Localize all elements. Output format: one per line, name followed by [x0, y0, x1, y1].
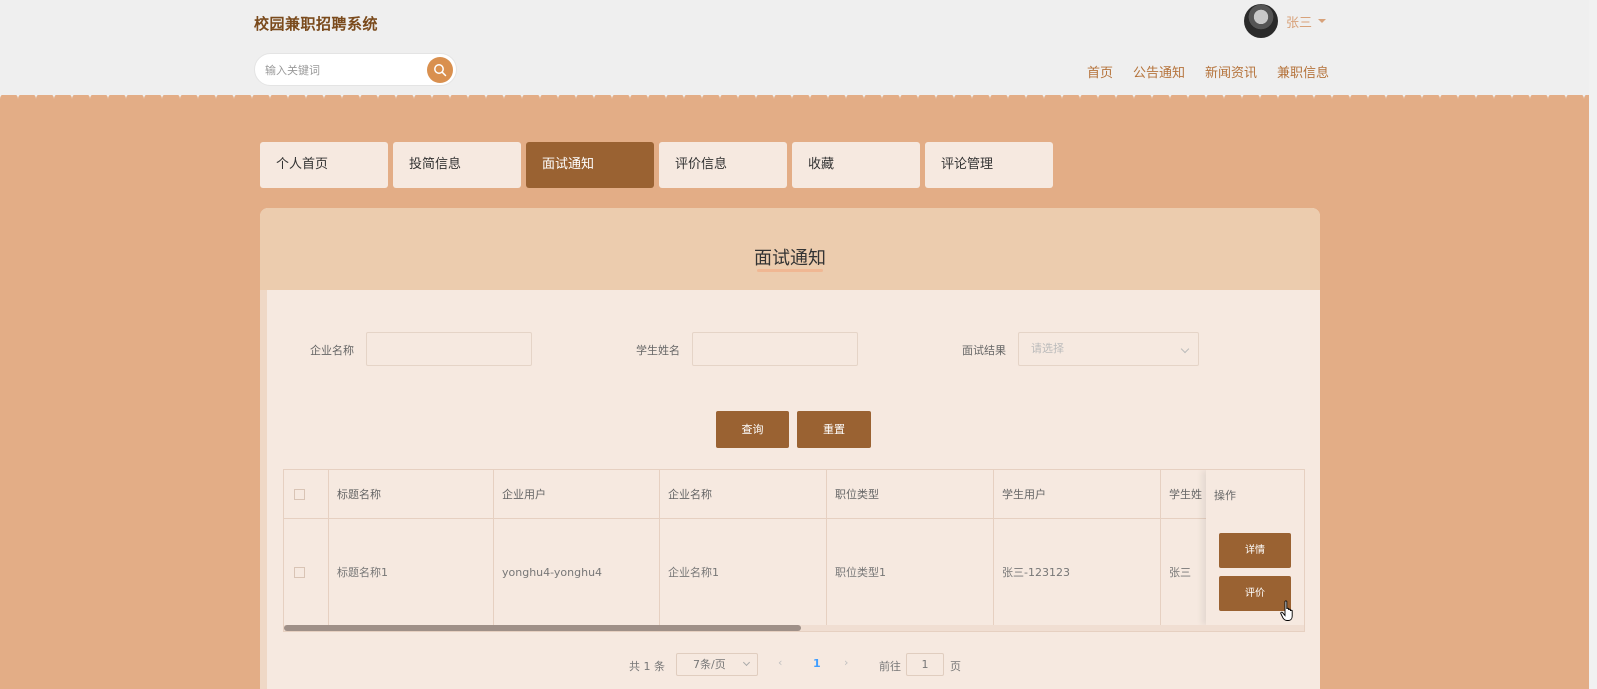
avatar	[1244, 4, 1278, 38]
nav-home[interactable]: 首页	[1087, 62, 1113, 81]
row-checkbox[interactable]	[294, 566, 305, 578]
tab-personal-home[interactable]: 个人首页	[260, 142, 388, 188]
chevron-down-icon	[1318, 19, 1327, 23]
select-all-cell	[284, 470, 329, 518]
row-select-cell	[284, 519, 329, 625]
search-button[interactable]	[427, 57, 453, 83]
search-input[interactable]	[265, 61, 425, 79]
goto-label: 前往	[879, 660, 901, 673]
hand-cursor-icon	[1280, 600, 1293, 621]
content-panel: 面试通知 企业名称 学生姓名 面试结果 请选择 查询 重置 标题名称 企业用户 …	[260, 208, 1320, 689]
table-cell: 张三-123123	[994, 519, 1161, 625]
chevron-down-icon	[1180, 344, 1190, 354]
company-name-input[interactable]	[366, 332, 532, 366]
page-number-current[interactable]: 1	[813, 657, 821, 670]
search-box	[254, 53, 457, 86]
table-header-row: 标题名称 企业用户 企业名称 职位类型 学生用户 学生姓	[284, 470, 1304, 519]
ops-header: 操作	[1214, 489, 1236, 502]
col-header: 学生用户	[994, 470, 1161, 518]
panel-left-edge	[260, 290, 267, 689]
next-page-button[interactable]: ›	[844, 656, 848, 669]
search-icon	[434, 64, 447, 77]
tab-reviews[interactable]: 评价信息	[659, 142, 787, 188]
tab-favorites[interactable]: 收藏	[792, 142, 920, 188]
detail-button[interactable]: 详情	[1219, 533, 1291, 568]
chevron-down-icon	[742, 658, 751, 667]
page-title: 面试通知	[754, 248, 826, 269]
page-jump-input[interactable]: 1	[906, 653, 944, 676]
page-vertical-scrollbar[interactable]	[1589, 0, 1597, 689]
company-name-label: 企业名称	[310, 344, 354, 357]
pagination: 共 1 条 7条/页 ‹ 1 › 前往 1 页	[260, 653, 1320, 677]
nav-news[interactable]: 新闻资讯	[1205, 62, 1257, 81]
table-cell: 标题名称1	[329, 519, 494, 625]
table-cell: 企业名称1	[660, 519, 827, 625]
student-name-input[interactable]	[692, 332, 858, 366]
title-underline	[757, 269, 823, 272]
user-menu[interactable]: 张三	[1244, 4, 1327, 38]
interview-result-label: 面试结果	[962, 344, 1006, 357]
interview-result-select[interactable]: 请选择	[1018, 332, 1199, 366]
table-row: 标题名称1 yonghu4-yonghu4 企业名称1 职位类型1 张三-123…	[284, 519, 1304, 625]
top-header: 校园兼职招聘系统 张三 首页 公告通知 新闻资讯 兼职信息	[0, 0, 1597, 95]
reset-button[interactable]: 重置	[797, 411, 871, 448]
username: 张三	[1286, 15, 1313, 31]
center-tabs: 个人首页 投简信息 面试通知 评价信息 收藏 评论管理	[260, 142, 1053, 188]
page-size-value: 7条/页	[693, 658, 726, 671]
nav-notices[interactable]: 公告通知	[1133, 62, 1185, 81]
header-wave-divider	[0, 95, 1597, 107]
table-cell: yonghu4-yonghu4	[494, 519, 660, 625]
top-nav: 首页 公告通知 新闻资讯 兼职信息	[1087, 62, 1329, 81]
tab-interview-notices[interactable]: 面试通知	[526, 142, 654, 188]
interview-table: 标题名称 企业用户 企业名称 职位类型 学生用户 学生姓 标题名称1 yongh…	[283, 469, 1305, 632]
page-unit-label: 页	[950, 660, 961, 673]
col-header: 标题名称	[329, 470, 494, 518]
prev-page-button[interactable]: ‹	[778, 656, 782, 669]
page-size-select[interactable]: 7条/页	[676, 653, 758, 676]
col-header: 企业名称	[660, 470, 827, 518]
student-name-label: 学生姓名	[636, 344, 680, 357]
table-horizontal-scrollbar[interactable]	[284, 625, 1304, 631]
pagination-total: 共 1 条	[629, 660, 665, 673]
tab-comment-management[interactable]: 评论管理	[925, 142, 1053, 188]
select-all-checkbox[interactable]	[294, 488, 305, 500]
query-button[interactable]: 查询	[716, 411, 789, 448]
table-cell: 职位类型1	[827, 519, 994, 625]
interview-result-placeholder: 请选择	[1031, 342, 1064, 355]
tab-resume-submissions[interactable]: 投简信息	[393, 142, 521, 188]
nav-jobs[interactable]: 兼职信息	[1277, 62, 1329, 81]
scrollbar-thumb[interactable]	[284, 625, 801, 631]
panel-header: 面试通知	[260, 208, 1320, 290]
col-header: 企业用户	[494, 470, 660, 518]
col-header: 职位类型	[827, 470, 994, 518]
site-title: 校园兼职招聘系统	[254, 15, 379, 33]
